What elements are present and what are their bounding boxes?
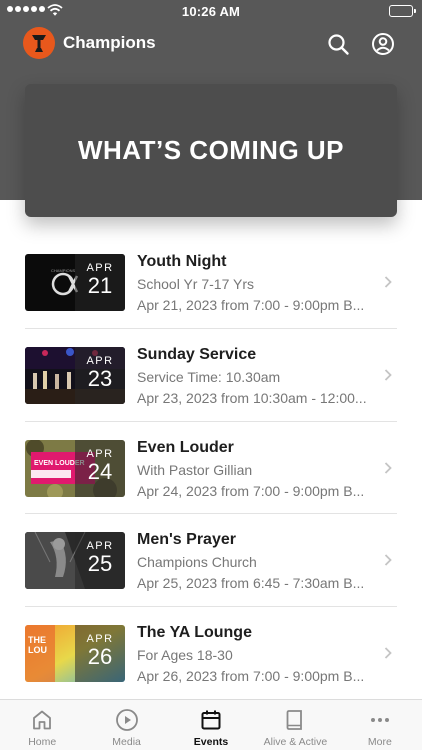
tab-label: Media xyxy=(112,736,141,748)
tab-media[interactable]: Media xyxy=(84,700,168,750)
event-title: Men's Prayer xyxy=(137,531,236,549)
event-title: The YA Lounge xyxy=(137,624,252,642)
date-day: 26 xyxy=(87,644,113,670)
event-title: Youth Night xyxy=(137,253,227,270)
tab-alive-active[interactable]: Alive & Active xyxy=(253,700,337,750)
status-time: 10:26 AM xyxy=(181,4,241,19)
event-datetime: Apr 23, 2023 from 10:30am - 12:00... xyxy=(137,389,367,406)
chevron-right-icon xyxy=(384,461,392,474)
tab-bar: Home Media Events Alive & Active More xyxy=(0,699,422,750)
app-title: Champions xyxy=(63,33,156,52)
date-month: APR xyxy=(86,447,114,460)
search-icon[interactable] xyxy=(326,32,350,56)
event-row-even-louder[interactable]: EVEN LOUDER APR 24 Even Louder With Past… xyxy=(25,422,397,515)
date-day: 21 xyxy=(87,273,113,298)
event-datetime: Apr 24, 2023 from 7:00 - 9:00pm B... xyxy=(137,482,365,499)
date-badge: APR 26 xyxy=(75,625,125,683)
more-icon xyxy=(370,718,389,722)
event-row-youth-night[interactable]: CHAMPIONS APR 21 Youth Night School Yr 7… xyxy=(25,236,397,329)
date-day: 24 xyxy=(87,458,113,484)
event-row-mens-prayer[interactable]: APR 25 Men's Prayer Champions Church Apr… xyxy=(25,514,397,608)
event-datetime: Apr 25, 2023 from 6:45 - 7:30am B... xyxy=(137,575,365,592)
event-title: Sunday Service xyxy=(137,345,257,363)
date-month: APR xyxy=(86,354,114,367)
date-badge: APR 21 xyxy=(75,254,125,311)
event-datetime: Apr 21, 2023 from 7:00 - 9:00pm B... xyxy=(137,297,365,313)
event-list: CHAMPIONS APR 21 Youth Night School Yr 7… xyxy=(25,236,397,700)
event-subtitle: With Pastor Gillian xyxy=(137,461,253,478)
event-subtitle: For Ages 18-30 xyxy=(137,647,233,664)
event-datetime: Apr 26, 2023 from 7:00 - 9:00pm B... xyxy=(137,668,365,685)
tab-label: Home xyxy=(28,736,57,748)
home-icon xyxy=(33,710,52,730)
chevron-right-icon xyxy=(384,276,392,288)
status-bar: 10:26 AM xyxy=(0,0,422,22)
battery-icon xyxy=(389,5,416,17)
tab-label: More xyxy=(367,736,392,748)
hero-title: WHAT’S COMING UP xyxy=(77,135,345,165)
event-row-sunday-service[interactable]: APR 23 Sunday Service Service Time: 10.3… xyxy=(25,329,397,422)
chevron-right-icon xyxy=(384,554,392,567)
date-badge: APR 23 xyxy=(75,346,125,404)
event-thumbnail: APR 25 xyxy=(25,532,125,590)
date-badge: APR 24 xyxy=(75,439,125,497)
tab-events[interactable]: Events xyxy=(169,700,253,750)
svg-text:CHAMPIONS: CHAMPIONS xyxy=(51,268,76,273)
svg-text:THE: THE xyxy=(28,635,46,645)
tab-label: Alive & Active xyxy=(263,736,328,748)
tab-label: Events xyxy=(193,736,229,748)
account-icon[interactable] xyxy=(371,32,395,56)
event-title: Even Louder xyxy=(137,438,234,456)
play-icon xyxy=(115,709,138,731)
date-day: 23 xyxy=(87,365,113,391)
event-thumbnail: APR 23 xyxy=(25,346,125,404)
event-thumbnail: CHAMPIONS APR 21 xyxy=(25,254,125,311)
champions-logo-icon[interactable] xyxy=(23,27,55,59)
date-badge: APR 25 xyxy=(75,532,125,590)
hero-banner: WHAT’S COMING UP xyxy=(25,84,397,217)
tab-more[interactable]: More xyxy=(338,700,422,750)
chevron-right-icon xyxy=(384,647,392,659)
event-subtitle: Service Time: 10.30am xyxy=(137,368,281,385)
event-subtitle: School Yr 7-17 Yrs xyxy=(137,276,254,292)
event-thumbnail: EVEN LOUDER APR 24 xyxy=(25,439,125,497)
event-thumbnail: THE LOU APR 26 xyxy=(25,625,125,683)
svg-text:LOU: LOU xyxy=(28,645,47,655)
book-icon xyxy=(287,710,303,730)
chevron-right-icon xyxy=(384,369,392,381)
date-day: 25 xyxy=(87,551,113,577)
calendar-icon xyxy=(201,710,221,730)
event-row-ya-lounge[interactable]: THE LOU APR 26 The YA Lounge For Ages 18… xyxy=(25,607,397,700)
tab-home[interactable]: Home xyxy=(0,700,84,750)
event-subtitle: Champions Church xyxy=(137,554,257,571)
app-header: Champions xyxy=(0,22,422,66)
